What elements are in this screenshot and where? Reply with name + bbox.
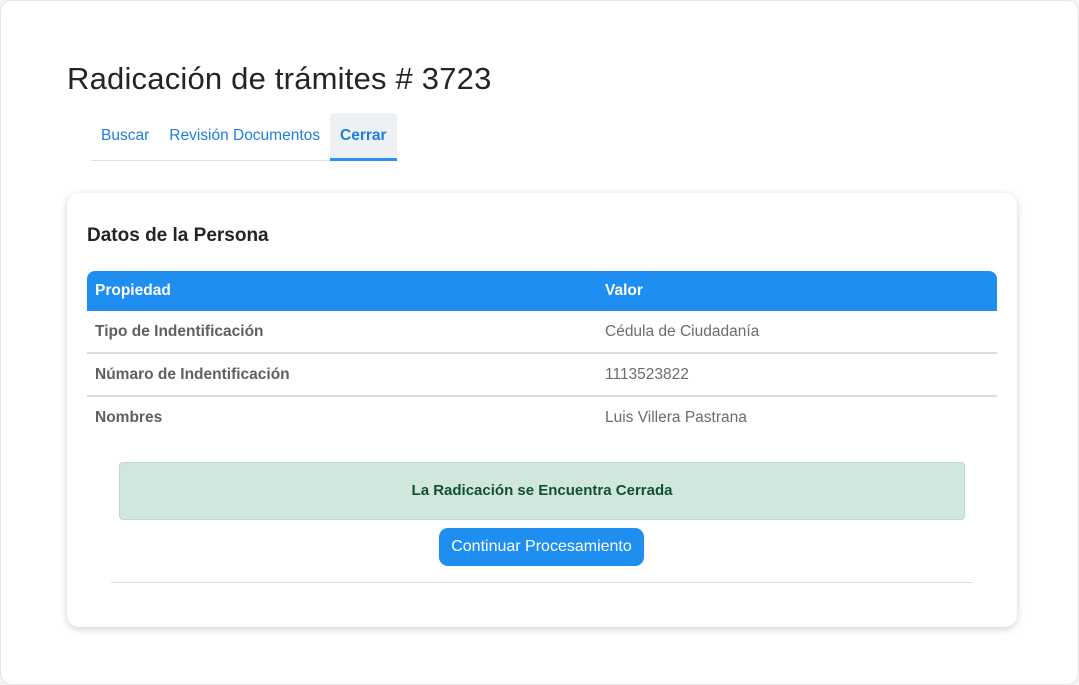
person-data-card: Datos de la Persona Propiedad Valor Tipo… (67, 193, 1017, 627)
column-header-propiedad: Propiedad (87, 271, 597, 311)
status-alert: La Radicación se Encuentra Cerrada (119, 462, 965, 520)
tab-cerrar[interactable]: Cerrar (330, 113, 397, 161)
divider (111, 582, 973, 583)
row-property: Tipo de Indentificación (87, 311, 597, 354)
table-row: Tipo de Indentificación Cédula de Ciudad… (87, 311, 997, 354)
continue-processing-button[interactable]: Continuar Procesamiento (439, 528, 644, 566)
tab-revision-documentos[interactable]: Revisión Documentos (159, 113, 330, 159)
table-row: Nombres Luis Villera Pastrana (87, 396, 997, 438)
card-title: Datos de la Persona (87, 225, 269, 246)
tab-bar: Buscar Revisión Documentos Cerrar (91, 113, 397, 161)
row-value: Luis Villera Pastrana (605, 408, 747, 426)
table-header-row: Propiedad Valor (87, 271, 997, 311)
row-value: Cédula de Ciudadanía (597, 311, 997, 354)
table-row: Númaro de Indentificación 1113523822 (87, 353, 997, 397)
column-header-valor: Valor (597, 271, 997, 311)
page-title: Radicación de trámites # 3723 (67, 61, 492, 96)
row-property: Númaro de Indentificación (87, 353, 597, 397)
row-property: Nombres (95, 408, 163, 426)
row-value: 1113523822 (597, 353, 997, 397)
person-data-table: Propiedad Valor Tipo de Indentificación … (87, 271, 997, 438)
page-container: Radicación de trámites # 3723 Buscar Rev… (0, 0, 1079, 685)
tab-buscar[interactable]: Buscar (91, 113, 159, 159)
